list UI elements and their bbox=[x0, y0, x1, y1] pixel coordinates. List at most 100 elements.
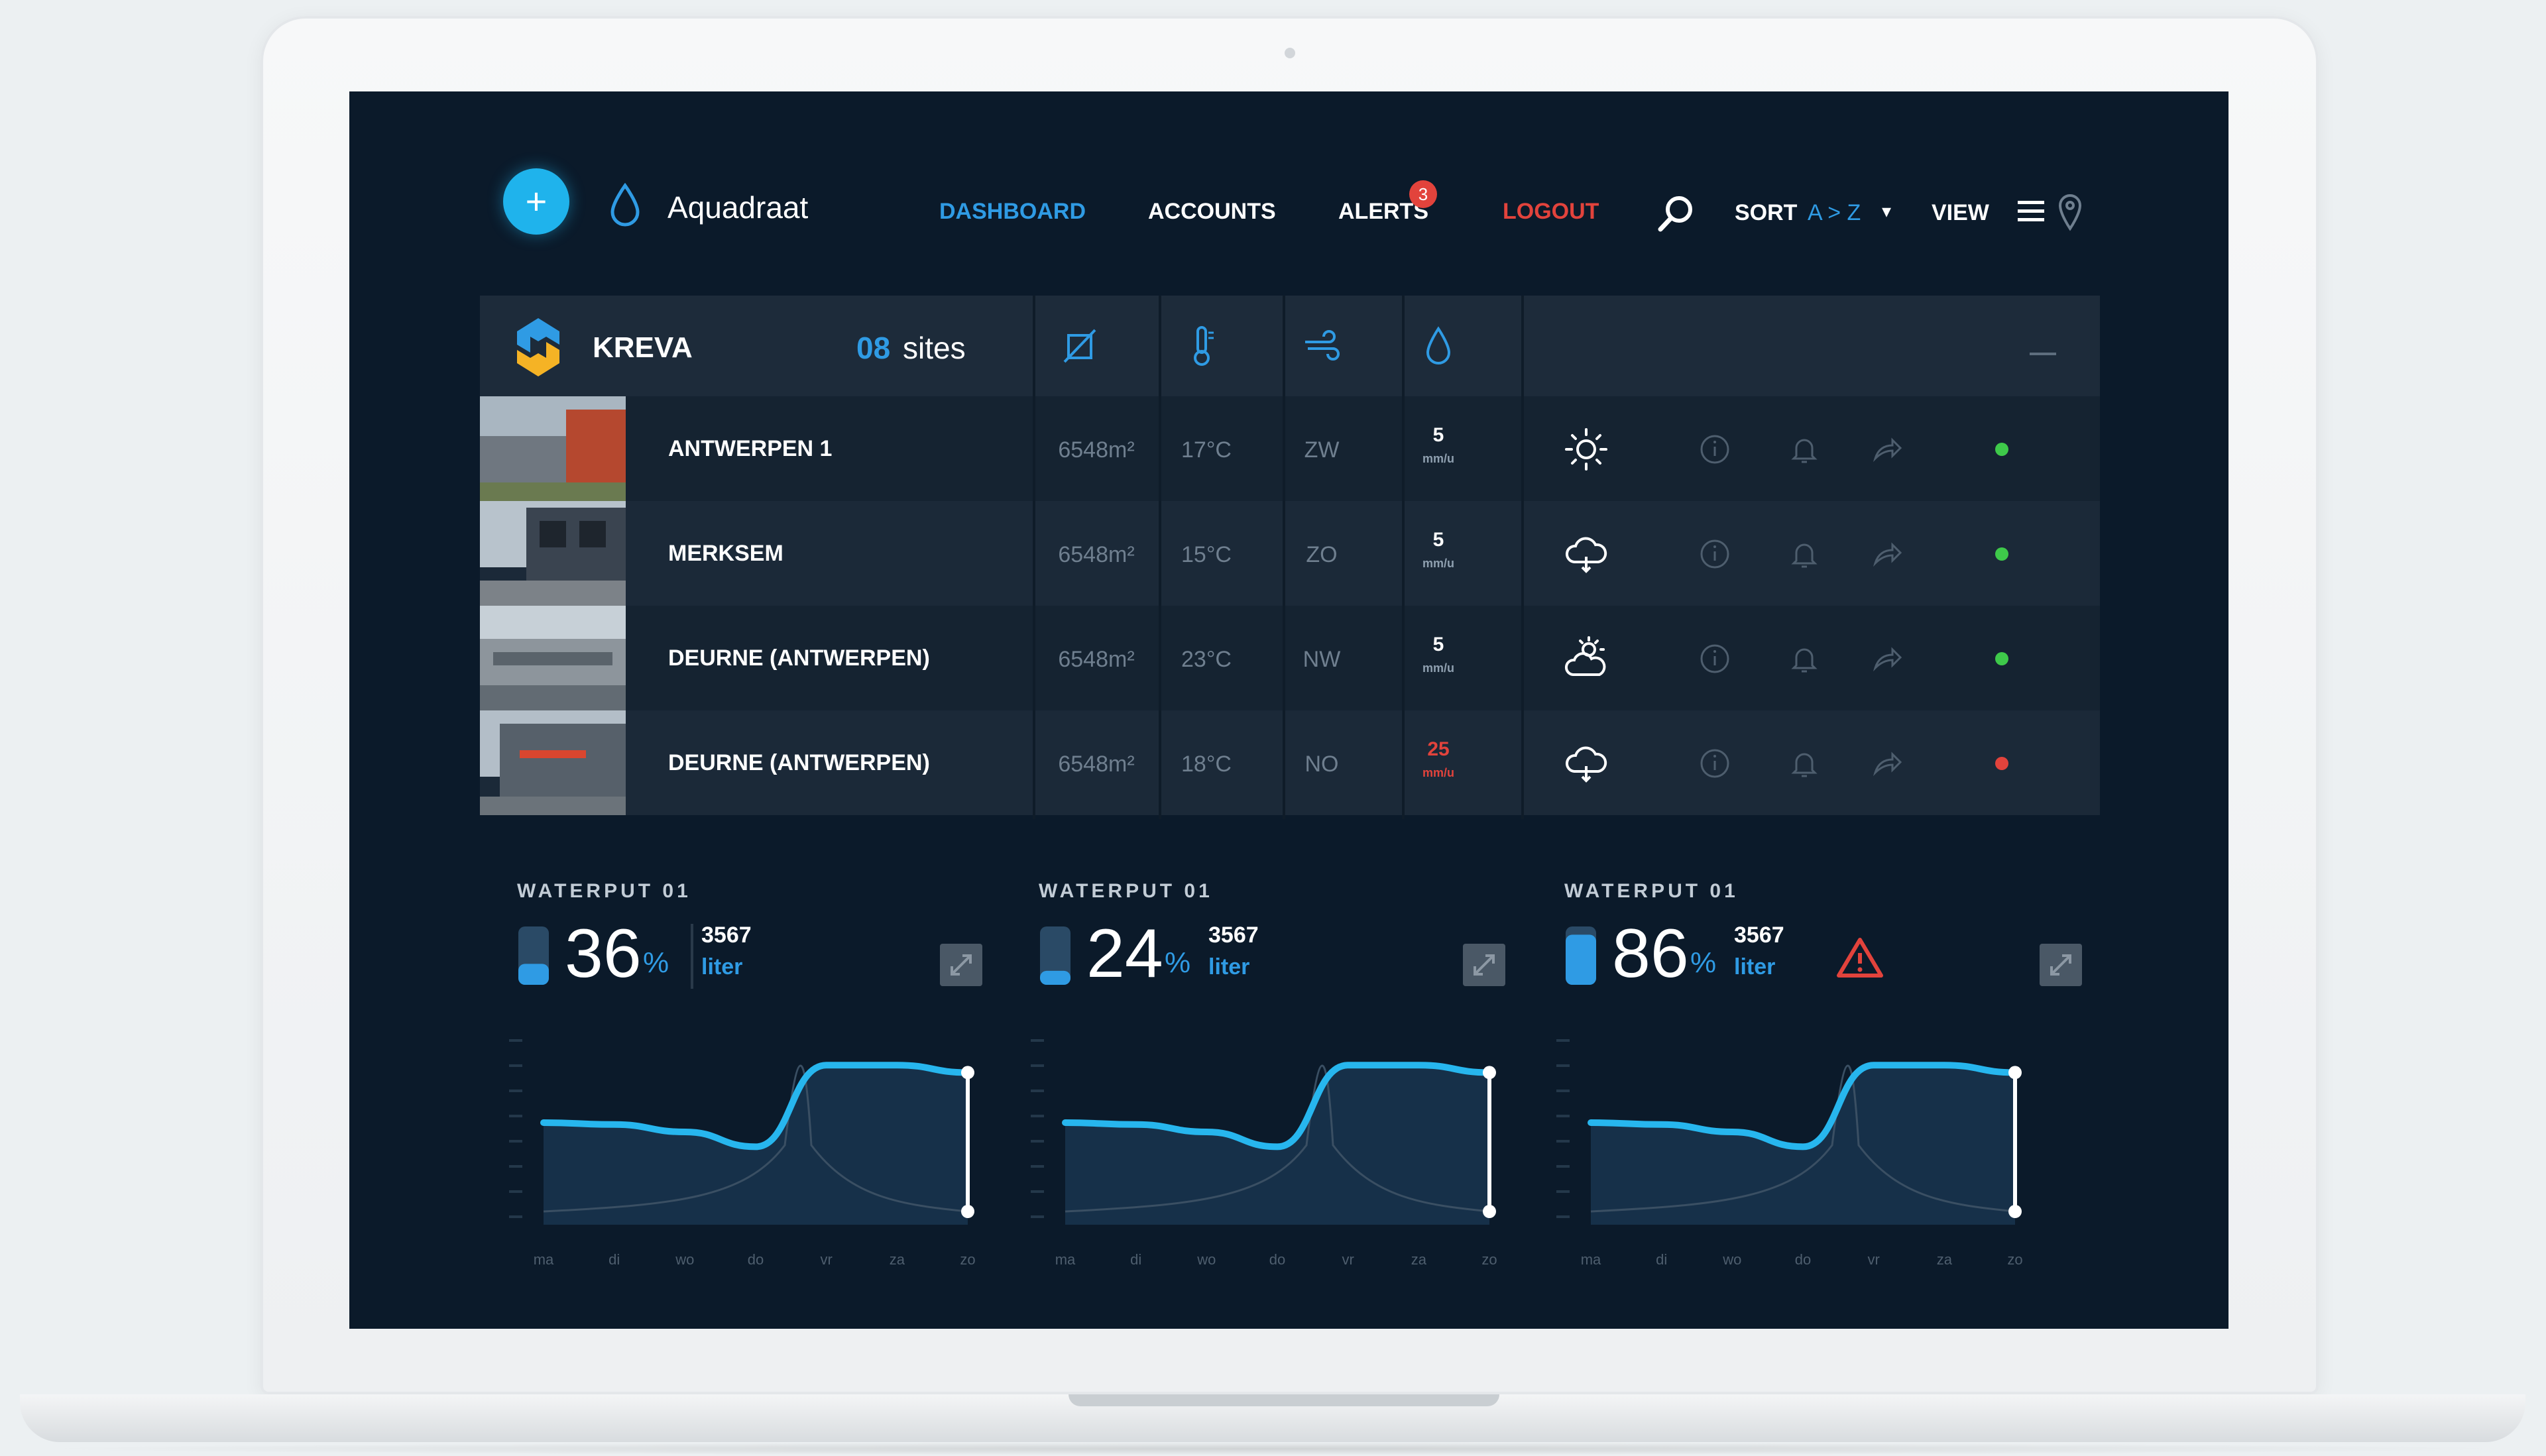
x-tick-label: ma bbox=[1055, 1251, 1076, 1268]
site-name[interactable]: DEURNE (ANTWERPEN) bbox=[668, 750, 930, 776]
view-label[interactable]: VIEW bbox=[1932, 200, 1989, 226]
sites-label: sites bbox=[903, 331, 966, 365]
column-divider bbox=[1283, 296, 1285, 819]
y-tick-mark bbox=[509, 1165, 522, 1168]
wind-value: NO bbox=[1304, 752, 1339, 777]
status-alert-indicator bbox=[1995, 757, 2008, 770]
level-chart: ma di wo do vr za zo bbox=[1031, 1039, 1497, 1268]
y-tick-mark bbox=[1556, 1215, 1570, 1218]
x-tick-label: zo bbox=[1481, 1251, 1497, 1268]
info-icon[interactable] bbox=[1698, 537, 1732, 571]
expand-button[interactable] bbox=[1463, 944, 1505, 986]
warning-icon[interactable] bbox=[1836, 936, 1884, 980]
cursor-handle-bottom[interactable] bbox=[2008, 1205, 2022, 1218]
wind-value: NW bbox=[1302, 647, 1341, 672]
map-pin-icon[interactable] bbox=[2057, 193, 2083, 231]
site-name[interactable]: DEURNE (ANTWERPEN) bbox=[668, 645, 930, 671]
column-divider bbox=[1521, 296, 1524, 819]
menu-icon[interactable] bbox=[2018, 199, 2044, 223]
rain-unit: mm/u bbox=[1422, 557, 1454, 570]
app-screen: + Aquadraat DASHBOARD ACCOUNTS ALERTS 3 … bbox=[349, 91, 2228, 1329]
x-tick-label: zo bbox=[960, 1251, 975, 1268]
site-name[interactable]: MERKSEM bbox=[668, 541, 783, 567]
nav-dashboard[interactable]: DASHBOARD bbox=[939, 199, 1086, 225]
tank-icon bbox=[518, 926, 549, 985]
sort-value[interactable]: A > Z bbox=[1808, 200, 1861, 226]
site-photo bbox=[480, 396, 626, 501]
x-tick-label: di bbox=[1130, 1251, 1141, 1268]
expand-button[interactable] bbox=[940, 944, 982, 986]
y-tick-mark bbox=[1031, 1165, 1044, 1168]
info-icon[interactable] bbox=[1698, 432, 1732, 467]
bell-icon[interactable] bbox=[1787, 432, 1822, 467]
laptop-camera bbox=[1285, 48, 1295, 58]
x-tick-label: do bbox=[1269, 1251, 1285, 1268]
tank-widget: WATERPUT 01 36 % 3567 liter ma di wo do vr za… bbox=[509, 880, 1061, 1317]
expand-button[interactable] bbox=[2040, 944, 2082, 986]
y-tick-mark bbox=[1556, 1039, 1570, 1042]
tank-widget: WATERPUT 01 86 % 3567 liter ma di wo do vr za… bbox=[1556, 880, 2108, 1317]
table-row[interactable]: MERKSEM 6548m² 15°C ZO 5 mm/u bbox=[480, 501, 2100, 606]
x-tick-label: za bbox=[1411, 1251, 1427, 1268]
cloud-rain-icon bbox=[1566, 537, 1607, 573]
x-tick-label: vr bbox=[1868, 1251, 1880, 1268]
y-tick-mark bbox=[1031, 1190, 1044, 1193]
cursor-handle-bottom[interactable] bbox=[1483, 1205, 1496, 1218]
widget-title: WATERPUT 01 bbox=[517, 880, 691, 902]
x-tick-label: di bbox=[1656, 1251, 1667, 1268]
share-icon[interactable] bbox=[1870, 432, 1904, 467]
rain-unit: mm/u bbox=[1422, 452, 1454, 465]
column-divider bbox=[1159, 296, 1161, 819]
x-tick-label: za bbox=[1937, 1251, 1953, 1268]
area-value: 6548m² bbox=[1058, 752, 1135, 777]
rain-value: 5 bbox=[1432, 529, 1444, 551]
share-icon[interactable] bbox=[1870, 746, 1904, 781]
site-name[interactable]: ANTWERPEN 1 bbox=[668, 436, 832, 462]
temperature-value: 17°C bbox=[1181, 437, 1232, 463]
wind-value: ZW bbox=[1304, 437, 1340, 463]
expand-icon bbox=[951, 954, 972, 976]
bell-icon[interactable] bbox=[1787, 642, 1822, 676]
share-icon[interactable] bbox=[1870, 537, 1904, 571]
cursor-handle-bottom[interactable] bbox=[961, 1205, 974, 1218]
table-row[interactable]: DEURNE (ANTWERPEN) 6548m² 18°C NO 25 mm/… bbox=[480, 710, 2100, 815]
search-icon[interactable] bbox=[1655, 192, 1698, 235]
wind-icon bbox=[1305, 330, 1340, 361]
water-drop-icon bbox=[1426, 326, 1451, 364]
percent-sign: % bbox=[1165, 946, 1191, 979]
rain-value: 25 bbox=[1427, 738, 1450, 760]
rain-unit: mm/u bbox=[1422, 766, 1454, 779]
y-tick-mark bbox=[509, 1215, 522, 1218]
nav-logout[interactable]: LOGOUT bbox=[1503, 199, 1599, 225]
site-photo bbox=[480, 606, 626, 710]
share-icon[interactable] bbox=[1870, 642, 1904, 676]
table-row[interactable]: DEURNE (ANTWERPEN) 6548m² 23°C NW 5 mm/u bbox=[480, 606, 2100, 710]
info-icon[interactable] bbox=[1698, 746, 1732, 781]
x-tick-label: wo bbox=[1722, 1251, 1741, 1268]
temperature-value: 18°C bbox=[1181, 752, 1232, 777]
table-row[interactable]: ANTWERPEN 1 6548m² 17°C ZW 5 mm/u bbox=[480, 396, 2100, 501]
cloud-rain-icon bbox=[1566, 746, 1607, 783]
level-chart: ma di wo do vr za zo bbox=[1556, 1039, 2023, 1268]
bell-icon[interactable] bbox=[1787, 537, 1822, 571]
bell-icon[interactable] bbox=[1787, 746, 1822, 781]
area-value: 6548m² bbox=[1058, 647, 1135, 672]
y-tick-mark bbox=[509, 1140, 522, 1143]
cursor-handle-top[interactable] bbox=[961, 1066, 974, 1080]
cursor-handle-top[interactable] bbox=[2008, 1066, 2022, 1080]
x-tick-label: ma bbox=[1581, 1251, 1601, 1268]
y-tick-mark bbox=[509, 1090, 522, 1092]
sort-label[interactable]: SORT bbox=[1735, 200, 1797, 226]
y-tick-mark bbox=[1556, 1115, 1570, 1117]
y-tick-mark bbox=[1031, 1039, 1044, 1042]
add-button[interactable]: + bbox=[503, 168, 569, 235]
sort-caret-icon[interactable]: ▾ bbox=[1882, 200, 1891, 222]
cursor-handle-top[interactable] bbox=[1483, 1066, 1496, 1080]
fill-percentage: 86 bbox=[1612, 915, 1689, 992]
widget-divider bbox=[691, 924, 693, 989]
info-icon[interactable] bbox=[1698, 642, 1732, 676]
y-tick-mark bbox=[1031, 1064, 1044, 1067]
x-tick-label: vr bbox=[1342, 1251, 1354, 1268]
collapse-button[interactable] bbox=[2030, 353, 2056, 355]
nav-accounts[interactable]: ACCOUNTS bbox=[1148, 199, 1276, 225]
